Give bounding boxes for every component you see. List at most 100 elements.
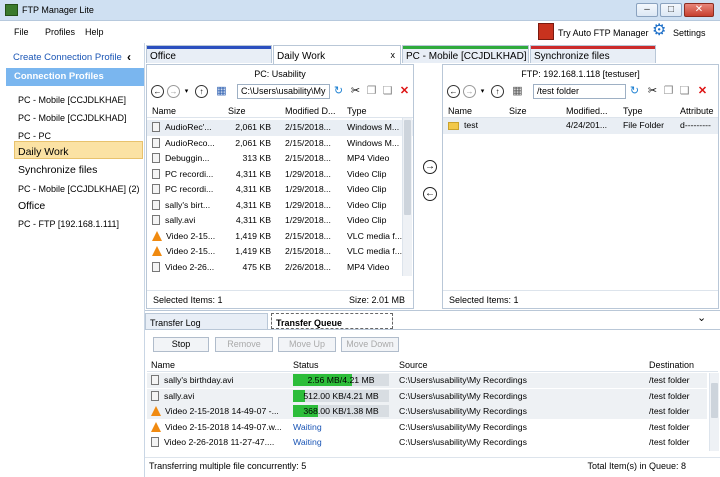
delete-icon[interactable]: ✕ (398, 85, 411, 98)
local-scrollbar[interactable] (402, 118, 412, 276)
try-auto-ftp-link[interactable]: Try Auto FTP Manager (558, 28, 649, 38)
tab-synchronize-files[interactable]: Synchronize files (530, 45, 656, 63)
cut-icon[interactable]: ✂ (349, 85, 362, 98)
table-row[interactable]: AudioRec'... 2,061 KB 2/15/2018... Windows … (147, 120, 413, 136)
table-row[interactable]: Video 2-15... 1,419 KB 2/15/2018... VLC med… (147, 244, 413, 260)
scroll-thumb[interactable] (404, 120, 411, 215)
maximize-button[interactable]: □ (660, 3, 682, 17)
col-size[interactable]: Size (228, 106, 246, 116)
table-row[interactable]: Video 2-15... 1,419 KB 2/15/2018... VLC med… (147, 229, 413, 245)
tab-transfer-log[interactable]: Transfer Log (145, 313, 268, 329)
tab-daily-work[interactable]: Daily Work x (273, 45, 401, 64)
table-row[interactable]: sally.avi 4,311 KB 1/29/2018... Video Clip (147, 213, 413, 229)
queue-scrollbar[interactable] (709, 373, 719, 451)
forward-icon[interactable]: → (463, 85, 476, 98)
queue-row[interactable]: sally.avi 512.00 KB/4.21 MB C:\Users\usabi… (147, 388, 707, 404)
row-name: test (448, 120, 478, 130)
collapse-sidebar-icon[interactable]: ‹ (127, 50, 131, 64)
table-row[interactable]: sally's birt... 4,311 KB 1/29/2018... Video… (147, 198, 413, 214)
row-modified: 4/24/201... (566, 120, 608, 130)
auto-ftp-icon[interactable] (538, 23, 554, 40)
tab-transfer-queue[interactable]: Transfer Queue (271, 313, 393, 329)
local-path-input[interactable]: C:\Users\usability\My (237, 84, 330, 99)
col-destination[interactable]: Destination (649, 360, 694, 370)
remote-path-input[interactable]: /test folder (533, 84, 626, 99)
delete-icon[interactable]: ✕ (696, 85, 709, 98)
col-name[interactable]: Name (151, 360, 175, 370)
history-dropdown-icon[interactable]: ▾ (476, 85, 489, 98)
paste-icon[interactable]: ❏ (678, 85, 691, 98)
stop-button[interactable]: Stop (153, 337, 209, 352)
download-arrow-icon[interactable]: ← (423, 187, 437, 201)
file-icon (152, 153, 160, 163)
col-attribute[interactable]: Attribute (680, 106, 714, 116)
sidebar-item-synchronize-files[interactable]: Synchronize files (18, 164, 97, 176)
sidebar-item-daily-work[interactable]: Daily Work (18, 146, 69, 158)
remove-button[interactable]: Remove (215, 337, 273, 352)
window-title: FTP Manager Lite (22, 5, 94, 15)
queue-column-headers: Name Status Source Destination (147, 359, 718, 372)
move-up-button[interactable]: Move Up (278, 337, 336, 352)
col-modified[interactable]: Modified D... (285, 106, 336, 116)
col-source[interactable]: Source (399, 360, 428, 370)
queue-name: Video 2-26-2018 11-27-47.... (151, 437, 274, 447)
row-name-text: sally's birt... (165, 199, 211, 210)
tab-office[interactable]: Office (146, 45, 272, 63)
col-status[interactable]: Status (293, 360, 319, 370)
sidebar-item-pc-mobile-ccjdlkhae[interactable]: PC - Mobile [CCJDLKHAE] (18, 95, 126, 105)
transfer-panel: Transfer Log Transfer Queue ⌄ Stop Remov… (145, 310, 720, 477)
copy-icon[interactable]: ❐ (662, 85, 675, 98)
col-modified[interactable]: Modified... (566, 106, 608, 116)
sidebar-item-office[interactable]: Office (18, 200, 45, 212)
upload-arrow-icon[interactable]: → (423, 160, 437, 174)
tab-pc-mobile-ccjdlkhad[interactable]: PC - Mobile [CCJDLKHAD] (402, 45, 529, 63)
up-folder-icon[interactable]: ↑ (195, 85, 208, 98)
history-dropdown-icon[interactable]: ▾ (180, 85, 193, 98)
local-status-bar: Selected Items: 1 Size: 2.01 MB (147, 290, 413, 308)
forward-icon[interactable]: → (167, 85, 180, 98)
cut-icon[interactable]: ✂ (646, 85, 659, 98)
sidebar-item-pc-ftp[interactable]: PC - FTP [192.168.1.111] (18, 219, 119, 229)
table-row[interactable]: Video 2-26... 475 KB 2/26/2018... MP4 Video (147, 260, 413, 276)
table-row[interactable]: PC recordi... 4,311 KB 1/29/2018... Video C… (147, 167, 413, 183)
refresh-icon[interactable]: ↻ (628, 85, 641, 98)
back-icon[interactable]: ← (447, 85, 460, 98)
create-connection-profile-link[interactable]: Create Connection Profile (13, 52, 122, 63)
scroll-thumb[interactable] (711, 383, 718, 418)
col-name[interactable]: Name (152, 106, 176, 116)
queue-row[interactable]: Video 2-15-2018 14-49-07 -... 368.00 KB/1… (147, 404, 707, 419)
menu-file[interactable]: File (14, 27, 29, 37)
sidebar-item-pc-pc[interactable]: PC - PC (18, 131, 51, 141)
gear-icon[interactable]: ⚙ (652, 23, 666, 39)
vlc-file-icon (151, 421, 161, 432)
queue-row[interactable]: Video 2-26-2018 11-27-47.... Waiting C:\Us… (147, 435, 707, 450)
minimize-button[interactable]: – (636, 3, 658, 17)
menu-help[interactable]: Help (85, 27, 104, 37)
chevron-down-icon[interactable]: ⌄ (697, 311, 706, 324)
table-row[interactable]: AudioReco... 2,061 KB 2/15/2018... Windows … (147, 136, 413, 152)
queue-row[interactable]: Video 2-15-2018 14-49-07.w... Waiting C:\U… (147, 420, 707, 435)
paste-icon[interactable]: ❏ (381, 85, 394, 98)
close-tab-icon[interactable]: x (391, 50, 396, 60)
server-icon[interactable]: ▦ (511, 85, 524, 98)
back-icon[interactable]: ← (151, 85, 164, 98)
menu-profiles[interactable]: Profiles (45, 27, 75, 37)
up-folder-icon[interactable]: ↑ (491, 85, 504, 98)
sidebar-item-pc-mobile-ccjdlkhad[interactable]: PC - Mobile [CCJDLKHAD] (18, 113, 127, 123)
drive-icon[interactable]: ▦ (215, 85, 228, 98)
sidebar-item-pc-mobile-ccjdlkhae-2[interactable]: PC - Mobile [CCJDLKHAE] (2) (18, 184, 140, 194)
table-row[interactable]: PC recordi... 4,311 KB 1/29/2018... Video C… (147, 182, 413, 198)
refresh-icon[interactable]: ↻ (332, 85, 345, 98)
queue-row[interactable]: sally's birthday.avi 2.56 MB/4.21 MB C:\Us… (147, 373, 707, 388)
col-type[interactable]: Type (623, 106, 643, 116)
settings-button[interactable]: Settings (673, 28, 706, 38)
table-row[interactable]: Debuggin... 313 KB 2/15/2018... MP4 Video (147, 151, 413, 167)
row-name: sally.avi (152, 215, 226, 225)
move-down-button[interactable]: Move Down (341, 337, 399, 352)
col-name[interactable]: Name (448, 106, 472, 116)
table-row[interactable]: test 4/24/201... File Folder d--------- (443, 118, 718, 134)
col-size[interactable]: Size (509, 106, 527, 116)
copy-icon[interactable]: ❐ (365, 85, 378, 98)
close-window-button[interactable]: ✕ (684, 3, 714, 17)
col-type[interactable]: Type (347, 106, 367, 116)
